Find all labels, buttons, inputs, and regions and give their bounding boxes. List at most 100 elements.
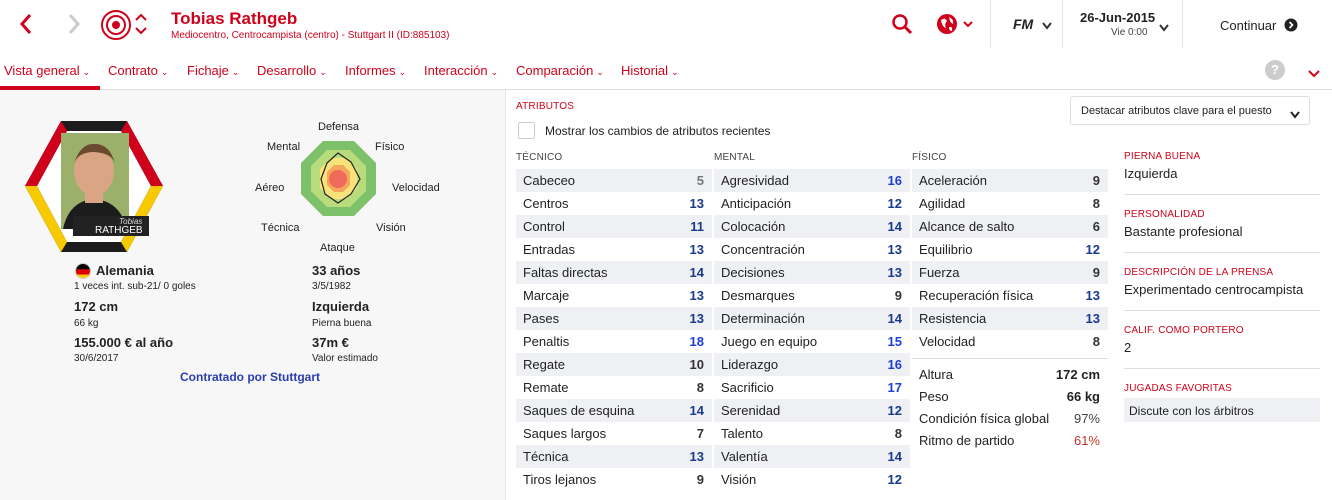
nationality[interactable]: Alemania bbox=[96, 263, 154, 278]
date-panel[interactable]: 26-Jun-2015 Vie 0:00 bbox=[1062, 0, 1182, 48]
stat-name: Ritmo de partido bbox=[919, 433, 1015, 448]
club-badge-icon[interactable] bbox=[100, 9, 132, 41]
card-name-large: RATHGEB bbox=[95, 225, 143, 236]
show-changes-label[interactable]: Mostrar los cambios de atributos recient… bbox=[545, 124, 770, 138]
attribute-row[interactable]: Determinación 14 bbox=[714, 307, 910, 330]
radar-label-aereo: Aéreo bbox=[255, 182, 285, 194]
attribute-name: Penaltis bbox=[523, 334, 570, 349]
attribute-name: Agilidad bbox=[919, 196, 966, 211]
attribute-row[interactable]: Talento 8 bbox=[714, 422, 910, 445]
attribute-row[interactable]: Agresividad 16 bbox=[714, 169, 910, 192]
attribute-value: 11 bbox=[690, 219, 704, 234]
tecnico-heading: TÉCNICO bbox=[516, 152, 563, 163]
attribute-row[interactable]: Control 11 bbox=[516, 215, 712, 238]
attribute-name: Cabeceo bbox=[523, 173, 576, 188]
globe-icon[interactable] bbox=[935, 12, 975, 36]
back-arrow-icon[interactable] bbox=[14, 10, 38, 38]
help-icon[interactable]: ? bbox=[1265, 60, 1285, 80]
attribute-row[interactable]: Resistencia 13 bbox=[912, 307, 1108, 330]
help-glyph: ? bbox=[1271, 62, 1279, 77]
tab-vista-general[interactable]: Vista general ⌄ bbox=[4, 63, 90, 78]
attribute-row[interactable]: Entradas 13 bbox=[516, 238, 712, 261]
search-icon[interactable] bbox=[891, 13, 913, 35]
attribute-row[interactable]: Concentración 13 bbox=[714, 238, 910, 261]
attribute-row[interactable]: Velocidad 8 bbox=[912, 330, 1108, 353]
tab-desarrollo[interactable]: Desarrollo ⌄ bbox=[257, 63, 327, 78]
attribute-row[interactable]: Juego en equipo 15 bbox=[714, 330, 910, 353]
tab-comparacion[interactable]: Comparación ⌄ bbox=[516, 63, 604, 78]
attribute-row[interactable]: Serenidad 12 bbox=[714, 399, 910, 422]
attribute-row[interactable]: Colocación 14 bbox=[714, 215, 910, 238]
attribute-row[interactable]: Tiros lejanos 9 bbox=[516, 468, 712, 491]
chevron-down-icon: ⌄ bbox=[160, 67, 169, 77]
attribute-row[interactable]: Sacrificio 17 bbox=[714, 376, 910, 399]
attribute-row[interactable]: Liderazgo 16 bbox=[714, 353, 910, 376]
attribute-value: 7 bbox=[696, 426, 704, 441]
attribute-row[interactable]: Marcaje 13 bbox=[516, 284, 712, 307]
tab-historial[interactable]: Historial ⌄ bbox=[621, 63, 679, 78]
attribute-row[interactable]: Faltas directas 14 bbox=[516, 261, 712, 284]
chevron-down-icon: ⌄ bbox=[231, 67, 240, 77]
attribute-row[interactable]: Saques largos 7 bbox=[516, 422, 712, 445]
date-of-birth: 3/5/1982 bbox=[312, 281, 351, 292]
attribute-row[interactable]: Decisiones 13 bbox=[714, 261, 910, 284]
attribute-row[interactable]: Aceleración 9 bbox=[912, 169, 1108, 192]
attribute-row[interactable]: Recuperación física 13 bbox=[912, 284, 1108, 307]
attribute-row[interactable]: Anticipación 12 bbox=[714, 192, 910, 215]
trait-item[interactable]: Discute con los árbitros bbox=[1124, 398, 1320, 422]
attribute-value: 14 bbox=[689, 265, 704, 280]
attribute-row[interactable]: Técnica 13 bbox=[516, 445, 712, 468]
attribute-row[interactable]: Desmarques 9 bbox=[714, 284, 910, 307]
attribute-row[interactable]: Alcance de salto 6 bbox=[912, 215, 1108, 238]
up-down-icon[interactable] bbox=[134, 10, 148, 38]
player-subtitle[interactable]: Mediocentro, Centrocampista (centro) - S… bbox=[171, 30, 449, 41]
stat-value: 61% bbox=[1073, 433, 1100, 448]
tab-contrato[interactable]: Contrato ⌄ bbox=[108, 63, 168, 78]
current-date: 26-Jun-2015 bbox=[1080, 10, 1156, 25]
continue-button[interactable]: Continuar bbox=[1182, 0, 1332, 48]
tab-label: Vista general bbox=[4, 63, 80, 78]
player-height: 172 cm bbox=[74, 299, 119, 314]
player-card[interactable]: Tobias RATHGEB bbox=[23, 119, 165, 254]
tab-fichaje[interactable]: Fichaje ⌄ bbox=[187, 63, 239, 78]
preferred-foot: Izquierda bbox=[312, 299, 370, 314]
personality-title: PERSONALIDAD bbox=[1124, 209, 1205, 220]
attribute-name: Serenidad bbox=[721, 403, 781, 418]
show-changes-checkbox[interactable] bbox=[518, 122, 535, 139]
physical-stat-row: Peso 66 kg bbox=[912, 385, 1108, 408]
attribute-value: 13 bbox=[887, 242, 902, 257]
attribute-row[interactable]: Valentía 14 bbox=[714, 445, 910, 468]
attribute-value: 15 bbox=[887, 334, 902, 349]
attribute-value: 13 bbox=[689, 288, 704, 303]
chevron-down-icon[interactable] bbox=[1307, 66, 1321, 84]
highlight-dropdown-label: Destacar atributos clave para el puesto bbox=[1081, 105, 1272, 117]
attribute-row[interactable]: Fuerza 9 bbox=[912, 261, 1108, 284]
attribute-row[interactable]: Saques de esquina 14 bbox=[516, 399, 712, 422]
attribute-row[interactable]: Remate 8 bbox=[516, 376, 712, 399]
radar-label-defensa: Defensa bbox=[318, 121, 359, 133]
attribute-row[interactable]: Regate 10 bbox=[516, 353, 712, 376]
attribute-row[interactable]: Centros 13 bbox=[516, 192, 712, 215]
mental-heading: MENTAL bbox=[714, 152, 756, 163]
fisico-heading: FÍSICO bbox=[912, 152, 947, 163]
tab-interaccion[interactable]: Interacción ⌄ bbox=[424, 63, 498, 78]
foot-title: PIERNA BUENA bbox=[1124, 151, 1201, 162]
chevron-down-icon bbox=[1158, 20, 1170, 38]
attribute-row[interactable]: Visión 12 bbox=[714, 468, 910, 491]
tab-informes[interactable]: Informes ⌄ bbox=[345, 63, 406, 78]
contracted-by-link[interactable]: Contratado por Stuttgart bbox=[180, 370, 320, 384]
attribute-row[interactable]: Equilibrio 12 bbox=[912, 238, 1108, 261]
stat-name: Peso bbox=[919, 389, 949, 404]
attribute-row[interactable]: Penaltis 18 bbox=[516, 330, 712, 353]
forward-arrow-icon[interactable] bbox=[62, 10, 86, 38]
attribute-name: Alcance de salto bbox=[919, 219, 1015, 234]
attribute-value: 8 bbox=[1092, 334, 1100, 349]
fm-menu[interactable]: FM bbox=[990, 0, 1062, 48]
tab-label: Fichaje bbox=[187, 63, 229, 78]
attribute-row[interactable]: Pases 13 bbox=[516, 307, 712, 330]
attribute-row[interactable]: Agilidad 8 bbox=[912, 192, 1108, 215]
highlight-dropdown[interactable]: Destacar atributos clave para el puesto bbox=[1070, 96, 1310, 125]
attribute-row[interactable]: Cabeceo 5 bbox=[516, 169, 712, 192]
attribute-name: Velocidad bbox=[919, 334, 976, 349]
attribute-name: Anticipación bbox=[721, 196, 792, 211]
